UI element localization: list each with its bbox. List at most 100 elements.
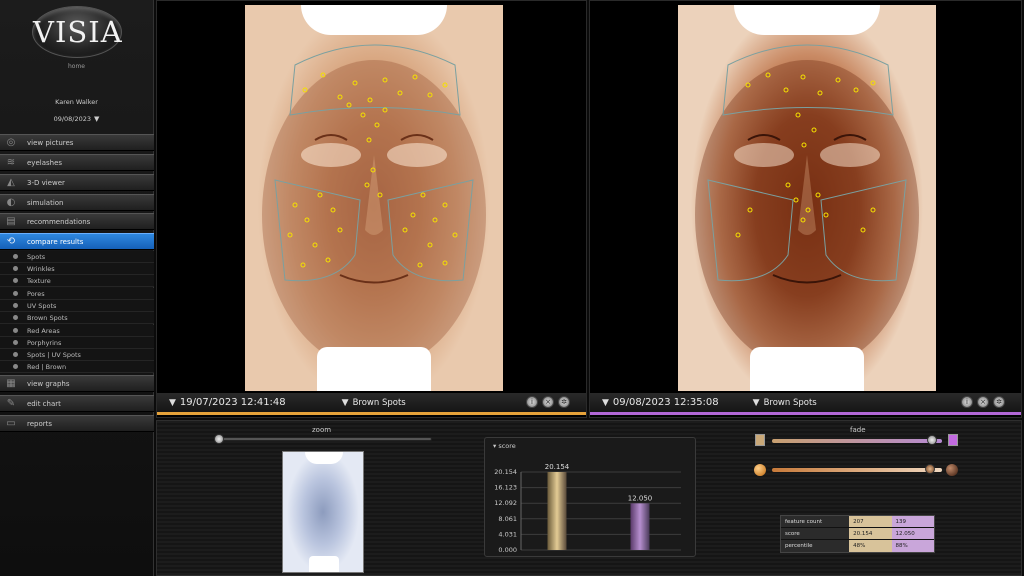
left-panel-toolbar: ▼ 19/07/2023 12:41:48 ▼ Brown Spots i × … [157,393,586,415]
thumbnail-chin-rest [309,556,339,572]
nav-recommendations[interactable]: ▤ recommendations [0,213,154,230]
sub-item-wrinkles[interactable]: Wrinkles [0,263,154,275]
table-row: percentile 48% 88% [781,540,934,552]
bullet-icon [13,278,18,283]
nav-view-pictures[interactable]: ◎ view pictures [0,134,154,151]
nav-label: simulation [27,198,64,207]
nav-label: eyelashes [27,158,63,167]
visia-logo[interactable]: VISIA [32,6,122,58]
zoom-slider[interactable] [214,434,432,444]
info-icon[interactable]: i [961,396,973,408]
patient-date-selector[interactable]: 09/08/2023 ▼ [0,115,153,123]
score-chart-svg: 20.154 16.123 12.092 8.061 4.031 0.000 20.154 1… [494,463,681,554]
3d-face-icon: ◭ [7,177,15,188]
sub-item-label: Spots [27,252,46,261]
face-image-before[interactable] [245,5,503,391]
nav-label: 3-D viewer [27,178,65,187]
graph-icon: ▦ [6,378,16,389]
fade-slider[interactable] [772,439,942,443]
left-analysis-mode[interactable]: Brown Spots [353,398,406,408]
overlay-slider-handle[interactable] [925,464,935,474]
left-image-panel: ▼ 19/07/2023 12:41:48 ▼ Brown Spots i × … [156,0,587,418]
sub-item-label: Texture [27,276,51,285]
patient-date-value: 09/08/2023 [53,115,92,123]
bullet-icon [13,364,18,369]
overlay-color-light-icon[interactable] [754,464,766,476]
overlay-slider[interactable] [772,468,942,472]
sub-item-label: Brown Spots [27,313,68,322]
nav-eyelashes[interactable]: ≋ eyelashes [0,154,154,171]
y-tick-label: 16.123 [494,484,517,492]
sub-item-porphyrins[interactable]: Porphyrins [0,337,154,349]
camera-icon: ◎ [6,137,16,148]
sub-item-red-areas[interactable]: Red Areas [0,325,154,337]
compare-icon: ⟲ [6,236,16,247]
stat-label: feature count [781,516,850,527]
nav-edit-chart[interactable]: ✎ edit chart [0,395,154,412]
bullet-icon [13,303,18,308]
thumbnail-head-rest [305,452,343,464]
sub-item-label: UV Spots [27,301,57,310]
date-dropdown-icon[interactable]: ▼ [169,398,176,408]
fade-slider-handle[interactable] [927,435,937,445]
settings-icon[interactable]: ✲ [558,396,570,408]
bar-value-label: 12.050 [628,494,653,502]
sub-item-pores[interactable]: Pores [0,288,154,300]
face-image-after[interactable] [678,5,936,391]
sub-item-uv-spots[interactable]: UV Spots [0,300,154,312]
left-capture-date[interactable]: 19/07/2023 12:41:48 [180,397,286,408]
nav-compare-results[interactable]: ⟲ compare results [0,233,154,250]
nav-view-graphs[interactable]: ▦ view graphs [0,375,154,392]
printer-icon: ▭ [6,418,16,429]
y-tick-label: 0.000 [498,546,517,554]
table-row: score 20.154 12.050 [781,528,934,540]
close-icon[interactable]: × [977,396,989,408]
date-dropdown-icon[interactable]: ▼ [602,398,609,408]
info-icon[interactable]: i [526,396,538,408]
nav-label: view pictures [27,138,74,147]
mode-dropdown-icon[interactable]: ▼ [342,398,349,408]
patient-name: Karen Walker [55,98,98,106]
home-link[interactable]: home [0,63,153,70]
nav-reports[interactable]: ▭ reports [0,415,154,432]
right-panel-toolbar: ▼ 09/08/2023 12:35:08 ▼ Brown Spots i × … [590,393,1021,415]
sub-item-spots-uv-spots[interactable]: Spots | UV Spots [0,349,154,361]
sub-item-brown-spots[interactable]: Brown Spots [0,312,154,324]
mode-dropdown-icon[interactable]: ▼ [753,398,760,408]
chin-rest [317,347,431,391]
y-tick-label: 12.092 [494,499,517,507]
nav-simulation[interactable]: ◐ simulation [0,194,154,211]
overlay-color-dark-icon[interactable] [946,464,958,476]
face-overlay [695,44,919,370]
sub-item-texture[interactable]: Texture [0,275,154,287]
sub-item-spots[interactable]: Spots [0,251,154,263]
recommendations-icon: ▤ [6,216,16,227]
edit-chart-icon: ✎ [6,398,16,409]
chin-rest [750,347,864,391]
chevron-down-icon: ▼ [94,115,100,123]
stat-value-before: 207 [849,516,892,527]
bullet-icon [13,340,18,345]
bullet-icon [13,352,18,357]
y-tick-label: 20.154 [494,468,517,476]
logo-text: VISIA [33,15,123,49]
navigator-thumbnail[interactable] [282,451,364,573]
sub-item-label: Red Areas [27,326,60,335]
right-capture-date[interactable]: 09/08/2023 12:35:08 [613,397,719,408]
fade-swatch-left [755,434,765,446]
settings-icon[interactable]: ✲ [993,396,1005,408]
fade-label: fade [850,426,866,434]
stat-label: score [781,528,850,539]
right-analysis-mode[interactable]: Brown Spots [764,398,817,408]
close-icon[interactable]: × [542,396,554,408]
sub-item-red-brown[interactable]: Red | Brown [0,361,154,373]
bullet-icon [13,328,18,333]
sub-item-label: Pores [27,289,45,298]
bar [630,503,650,550]
simulation-icon: ◐ [6,197,16,208]
nav-3d-viewer[interactable]: ◭ 3-D viewer [0,174,154,191]
zoom-slider-handle[interactable] [214,434,224,444]
y-tick-label: 8.061 [498,515,517,523]
comparison-controls: zoom ▾ score 20.154 16.123 12.092 8.061 4.03… [156,420,1022,576]
sub-item-label: Spots | UV Spots [27,350,81,359]
